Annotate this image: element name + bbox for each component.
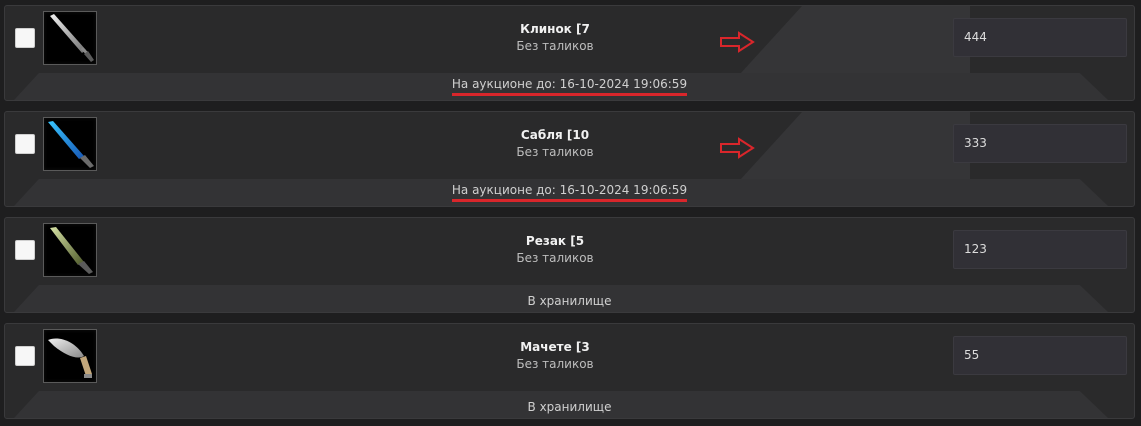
saber-icon bbox=[43, 117, 97, 171]
storage-status: В хранилище bbox=[527, 294, 612, 308]
item-subtitle: Без таликов bbox=[516, 145, 594, 159]
machete-icon bbox=[43, 329, 97, 383]
price-input[interactable]: 123 bbox=[953, 230, 1127, 269]
select-checkbox[interactable] bbox=[15, 28, 35, 48]
item-name: Сабля [10 bbox=[520, 128, 590, 142]
price-input[interactable]: 444 bbox=[953, 18, 1127, 57]
item-name: Мачете [3 bbox=[520, 340, 590, 354]
item-name: Резак [5 bbox=[525, 234, 585, 248]
item-card: Резак [5 Без таликов 123 В хранилище bbox=[4, 217, 1135, 313]
select-checkbox[interactable] bbox=[15, 240, 35, 260]
auction-status: На аукционе до: 16-10-2024 19:06:59 bbox=[451, 77, 688, 96]
status-text-wrap: На аукционе до: 16-10-2024 19:06:59 bbox=[5, 183, 1134, 202]
price-input[interactable]: 55 bbox=[953, 336, 1127, 375]
status-text-wrap: В хранилище bbox=[5, 400, 1134, 414]
arrow-right-icon bbox=[720, 31, 755, 53]
item-subtitle: Без таликов bbox=[516, 357, 594, 371]
cutter-icon bbox=[43, 223, 97, 277]
item-card: Клинок [7 Без таликов 444 На аукционе до… bbox=[4, 5, 1135, 101]
item-name: Клинок [7 bbox=[520, 22, 590, 36]
storage-status: В хранилище bbox=[527, 400, 612, 414]
arrow-right-icon bbox=[720, 137, 755, 159]
blade-icon bbox=[43, 11, 97, 65]
item-card: Мачете [3 Без таликов 55 В хранилище bbox=[4, 323, 1135, 419]
item-subtitle: Без таликов bbox=[516, 251, 594, 265]
select-checkbox[interactable] bbox=[15, 134, 35, 154]
status-text-wrap: На аукционе до: 16-10-2024 19:06:59 bbox=[5, 77, 1134, 96]
item-subtitle: Без таликов bbox=[516, 39, 594, 53]
auction-status: На аукционе до: 16-10-2024 19:06:59 bbox=[451, 183, 688, 202]
items-list: Клинок [7 Без таликов 444 На аукционе до… bbox=[0, 0, 1141, 426]
price-input[interactable]: 333 bbox=[953, 124, 1127, 163]
item-card: Сабля [10 Без таликов 333 На аукционе до… bbox=[4, 111, 1135, 207]
status-text-wrap: В хранилище bbox=[5, 294, 1134, 308]
select-checkbox[interactable] bbox=[15, 346, 35, 366]
